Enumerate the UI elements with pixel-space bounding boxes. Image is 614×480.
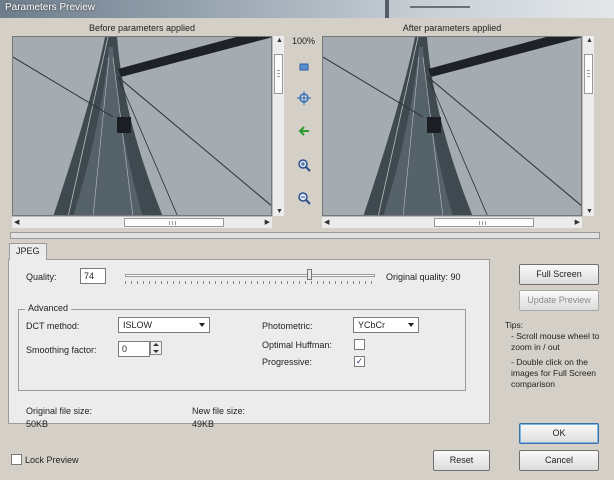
quality-slider-thumb[interactable]: [307, 269, 312, 280]
chevron-down-icon: [408, 323, 414, 327]
cancel-button[interactable]: Cancel: [519, 450, 599, 471]
smoothing-factor-spinner[interactable]: [150, 341, 162, 355]
sync-arrow-icon[interactable]: [297, 124, 311, 138]
spin-up-icon[interactable]: [153, 343, 159, 346]
after-hscroll-thumb[interactable]: [434, 218, 534, 227]
optimal-huffman-label: Optimal Huffman:: [262, 340, 332, 350]
photometric-label: Photometric:: [262, 321, 313, 331]
checkmark-icon: ✓: [355, 356, 364, 366]
photometric-value: YCbCr: [358, 320, 386, 330]
original-size-label: Original file size:: [26, 406, 93, 416]
before-vertical-scrollbar[interactable]: ▲ ▼: [272, 36, 284, 216]
before-caption: Before parameters applied: [88, 23, 196, 33]
preview-splitter[interactable]: [10, 232, 600, 239]
tip-item: - Double click on the images for Full Sc…: [511, 357, 597, 389]
fit-icon[interactable]: [297, 60, 311, 74]
original-quality-label: Original quality: 90: [386, 272, 461, 282]
before-hscroll-thumb[interactable]: [124, 218, 224, 227]
smoothing-factor-input[interactable]: 0: [118, 341, 150, 357]
after-vertical-scrollbar[interactable]: ▲ ▼: [582, 36, 594, 216]
tips-title: Tips:: [505, 320, 524, 330]
window-title: Parameters Preview: [5, 2, 96, 13]
after-image[interactable]: [322, 36, 582, 216]
dialog-body: Before parameters applied ▲ ▼ ◀ ▶ 100% A…: [0, 18, 614, 480]
after-horizontal-scrollbar[interactable]: ◀ ▶: [322, 216, 582, 228]
quality-slider-ticks: [125, 281, 375, 284]
tip-item: - Scroll mouse wheel to zoom in / out: [511, 331, 600, 352]
advanced-group-title: Advanced: [25, 303, 72, 313]
new-size-label: New file size:: [192, 406, 246, 416]
dct-method-select[interactable]: ISLOW: [118, 317, 210, 333]
center-icon[interactable]: [297, 91, 311, 105]
original-size-value: 50KB: [26, 419, 49, 429]
tips-panel: Tips: - Scroll mouse wheel to zoom in / …: [505, 320, 600, 394]
zoom-in-icon[interactable]: [297, 158, 311, 172]
title-bar: Parameters Preview: [0, 0, 614, 18]
chevron-down-icon: [199, 323, 205, 327]
lock-preview-checkbox[interactable]: [11, 454, 22, 465]
lock-preview-label: Lock Preview: [25, 455, 79, 465]
ok-button[interactable]: OK: [519, 423, 599, 444]
new-size-value: 49KB: [192, 419, 215, 429]
after-caption: After parameters applied: [402, 23, 502, 33]
quality-label: Quality:: [26, 272, 57, 282]
zoom-out-icon[interactable]: [297, 191, 311, 205]
after-vscroll-thumb[interactable]: [584, 54, 593, 94]
progressive-label: Progressive:: [262, 357, 313, 367]
quality-slider-track[interactable]: [125, 274, 375, 277]
dct-method-label: DCT method:: [26, 321, 80, 331]
reset-button[interactable]: Reset: [433, 450, 490, 471]
before-horizontal-scrollbar[interactable]: ◀ ▶: [12, 216, 272, 228]
title-mast-decor: [385, 0, 389, 18]
optimal-huffman-checkbox[interactable]: [354, 339, 365, 350]
smoothing-factor-label: Smoothing factor:: [26, 345, 97, 355]
update-preview-button[interactable]: Update Preview: [519, 290, 599, 311]
spin-down-icon[interactable]: [153, 350, 159, 353]
photometric-select[interactable]: YCbCr: [353, 317, 419, 333]
dct-method-value: ISLOW: [123, 320, 153, 330]
before-image[interactable]: [12, 36, 272, 216]
tab-jpeg[interactable]: JPEG: [9, 243, 47, 260]
full-screen-button[interactable]: Full Screen: [519, 264, 599, 285]
zoom-level: 100%: [292, 36, 316, 46]
progressive-checkbox[interactable]: ✓: [354, 356, 365, 367]
before-vscroll-thumb[interactable]: [274, 54, 283, 94]
title-spar-decor: [410, 6, 470, 8]
quality-input[interactable]: 74: [80, 268, 106, 284]
